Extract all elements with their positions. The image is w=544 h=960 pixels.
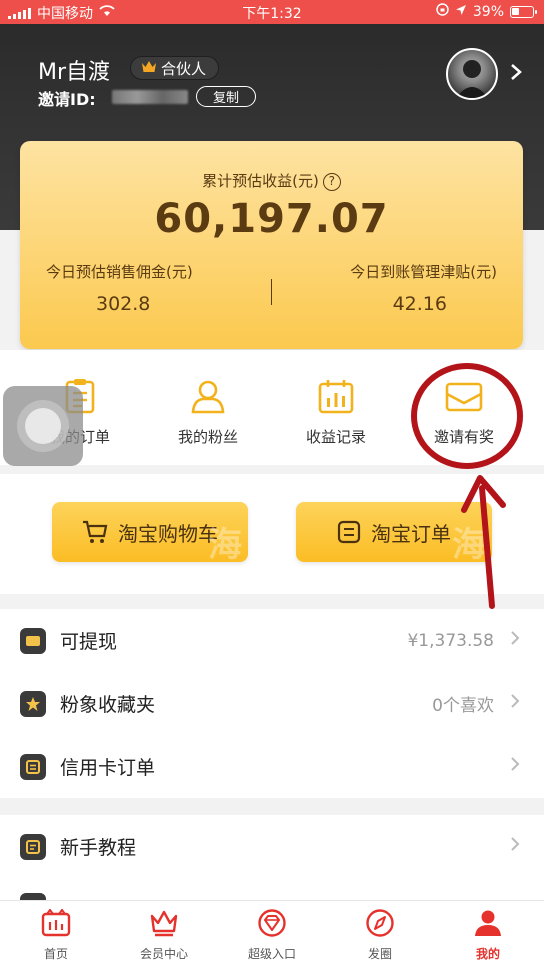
- tab-super-entry-label: 超级入口: [247, 947, 296, 960]
- taobao-cart-button[interactable]: 淘宝购物车 海: [52, 502, 248, 562]
- total-earnings-label: 累计预估收益(元): [202, 172, 319, 190]
- earnings-card: 累计预估收益(元)? 60,197.07 今日预估销售佣金(元) 302.8 今…: [20, 141, 523, 349]
- order-list-icon: [337, 520, 361, 544]
- chevron-right-icon: [510, 630, 520, 651]
- today-subsidy-value: 42.16: [392, 293, 447, 315]
- battery-icon: [510, 5, 537, 18]
- chevron-right-icon: [510, 836, 520, 857]
- user-icon: [191, 380, 225, 414]
- chevron-right-icon: [510, 756, 520, 777]
- calendar-chart-icon: [318, 380, 354, 414]
- today-commission-value: 302.8: [96, 293, 151, 315]
- favorites-label: 粉象收藏夹: [60, 694, 156, 716]
- credit-card-orders-label: 信用卡订单: [60, 757, 156, 779]
- withdraw-amount: ¥1,373.58: [407, 630, 494, 651]
- help-icon[interactable]: ?: [322, 172, 341, 191]
- tutorial-icon: [20, 834, 46, 860]
- tab-member-center-label: 会员中心: [139, 947, 188, 960]
- menu-my-fans[interactable]: 我的粉丝: [140, 376, 276, 447]
- help-list: 新手教程: [0, 815, 544, 900]
- diamond-icon: [258, 909, 286, 937]
- crown-icon: [150, 910, 178, 937]
- watermark-glyph: 海: [208, 525, 242, 562]
- crown-icon: [141, 60, 157, 77]
- tab-member-center[interactable]: 会员中心: [110, 909, 218, 960]
- next-item-icon-partial: [20, 893, 46, 900]
- invite-id-redacted: [112, 90, 188, 104]
- avatar[interactable]: [446, 48, 498, 100]
- assistive-touch-button[interactable]: [3, 386, 83, 466]
- list-item-tutorial[interactable]: 新手教程: [0, 815, 544, 878]
- chevron-right-icon[interactable]: [510, 62, 522, 86]
- invite-id-label: 邀请ID:: [38, 90, 96, 109]
- tab-home[interactable]: 首页: [2, 908, 110, 960]
- tab-mine[interactable]: 我的: [434, 909, 542, 960]
- list-item-credit-card-orders[interactable]: 信用卡订单: [0, 735, 544, 798]
- person-icon: [475, 910, 501, 936]
- total-earnings-value: 60,197.07: [154, 196, 389, 242]
- tab-moments-label: 发圈: [367, 947, 392, 960]
- home-icon: [41, 908, 71, 937]
- app-screen: 中国移动 下午1:32 39% Mr自渡 合伙人 邀请ID: 复制 累计预估收益…: [0, 0, 544, 960]
- favorites-count: 0个喜欢: [432, 696, 494, 716]
- menu-invite-reward[interactable]: 邀请有奖: [396, 376, 532, 447]
- chevron-right-icon: [510, 693, 520, 714]
- taobao-orders-button[interactable]: 淘宝订单 海: [296, 502, 492, 562]
- tab-moments[interactable]: 发圈: [326, 909, 434, 960]
- tab-home-label: 首页: [43, 947, 68, 960]
- list-item-favorites[interactable]: 粉象收藏夹 0个喜欢: [0, 672, 544, 735]
- menu-earnings-record[interactable]: 收益记录: [268, 376, 404, 447]
- tab-bar: 首页 会员中心 超级入口 发圈 我的: [0, 900, 544, 960]
- envelope-icon: [445, 382, 483, 412]
- divider: [271, 279, 272, 305]
- partner-badge: 合伙人: [130, 56, 220, 80]
- menu-earnings-record-label: 收益记录: [305, 428, 366, 446]
- lock-rotation-icon: [436, 3, 449, 20]
- partner-badge-label: 合伙人: [161, 59, 207, 78]
- username: Mr自渡: [38, 60, 111, 85]
- withdraw-label: 可提现: [60, 631, 118, 653]
- star-icon: [20, 691, 46, 717]
- status-bar: 中国移动 下午1:32 39%: [0, 0, 544, 24]
- today-commission-label: 今日预估销售佣金(元): [46, 263, 193, 281]
- taobao-section: 淘宝购物车 海 淘宝订单 海: [0, 474, 544, 594]
- menu-my-fans-label: 我的粉丝: [177, 428, 238, 446]
- card-list-icon: [20, 754, 46, 780]
- tab-super-entry[interactable]: 超级入口: [218, 909, 326, 960]
- tutorial-label: 新手教程: [60, 837, 137, 859]
- location-icon: [455, 4, 467, 20]
- copy-button[interactable]: 复制: [196, 86, 256, 107]
- list-item-withdraw[interactable]: 可提现 ¥1,373.58: [0, 609, 544, 672]
- cart-icon: [83, 520, 108, 543]
- taobao-cart-label: 淘宝购物车: [118, 521, 218, 546]
- watermark-glyph: 海: [452, 525, 486, 562]
- today-subsidy-label: 今日到账管理津贴(元): [350, 263, 497, 281]
- battery-percent: 39%: [472, 3, 504, 20]
- wallet-icon: [20, 628, 46, 654]
- menu-invite-reward-label: 邀请有奖: [433, 428, 494, 446]
- compass-icon: [366, 909, 394, 937]
- taobao-orders-label: 淘宝订单: [371, 521, 451, 546]
- tab-mine-label: 我的: [475, 947, 500, 960]
- account-list: 可提现 ¥1,373.58 粉象收藏夹 0个喜欢 信用卡订单: [0, 609, 544, 798]
